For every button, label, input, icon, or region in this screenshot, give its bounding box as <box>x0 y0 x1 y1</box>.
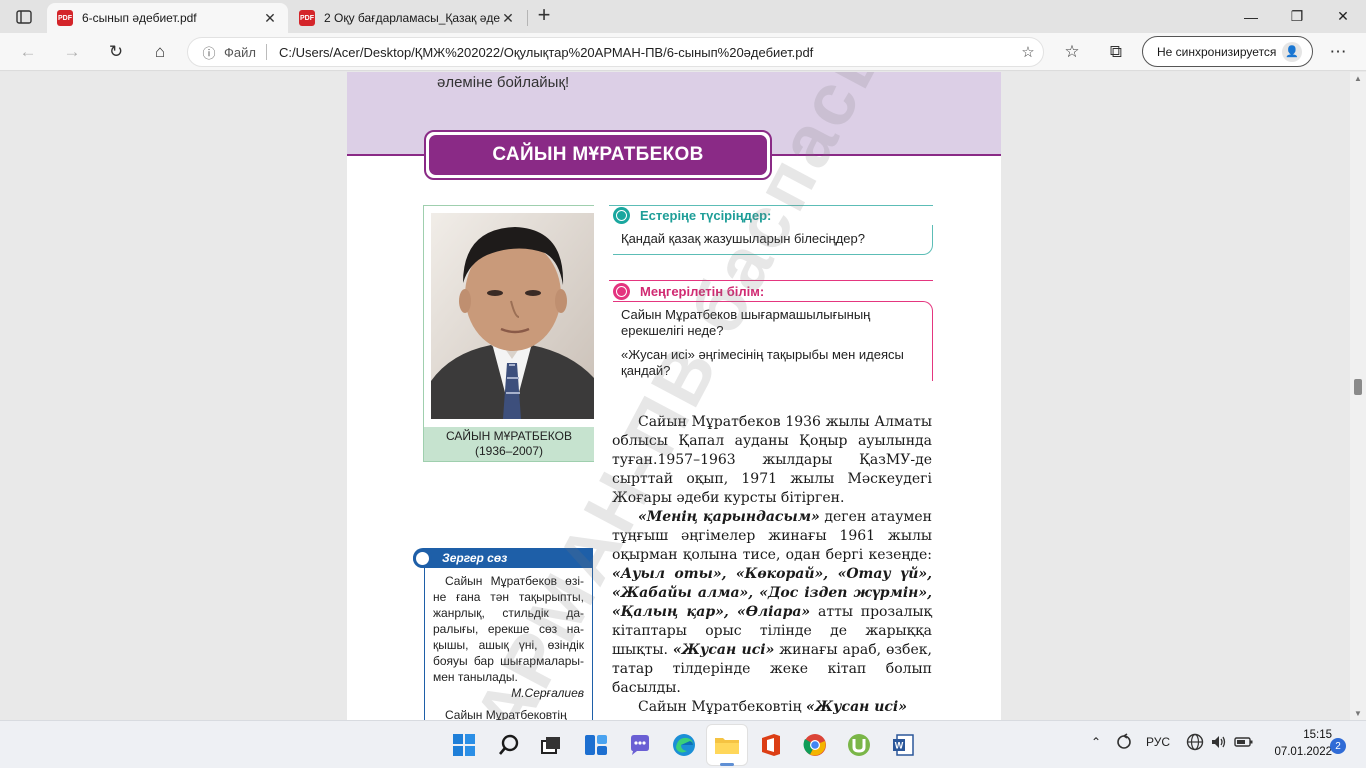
tab-separator <box>527 10 528 26</box>
info-icon[interactable]: ⓘ <box>194 43 224 62</box>
address-bar[interactable]: ⓘ Файл C:/Users/Acer/Desktop/ҚМЖ%202022/… <box>187 37 1044 67</box>
widgets-icon[interactable] <box>582 731 610 759</box>
side-quote-author: М.Серғалиев <box>511 686 584 700</box>
pdf-icon: PDF <box>57 10 73 26</box>
recall-question: Қандай қазақ жазушыларын білесіңдер? <box>621 231 865 246</box>
tab-6-synyp-adebiet[interactable]: PDF 6-сынып әдебиет.pdf ✕ <box>47 3 288 33</box>
favorites-icon[interactable]: ☆ <box>1058 38 1086 66</box>
volume-icon[interactable] <box>1210 733 1228 754</box>
learn-box: Сайын Мұратбеков шығармашылығының ерекше… <box>613 301 933 381</box>
pdf-page: әлеміне бойлайық! САЙЫН МҰРАТБЕКОВ САЙЫН… <box>347 72 1001 720</box>
tab-title: 2 Оқу бағдарламасы_Қазақ әде <box>324 11 500 25</box>
battery-icon[interactable] <box>1234 733 1254 754</box>
minimize-button[interactable]: — <box>1228 0 1274 33</box>
pdf-icon: PDF <box>299 10 315 26</box>
add-favorite-icon[interactable]: ☆ <box>1013 43 1043 61</box>
main-text: Сайын Мұратбеков 1936 жылы Алматы облысы… <box>612 413 932 717</box>
ring-icon <box>413 548 432 568</box>
recall-heading-text: Естеріңе түсіріңдер: <box>640 207 772 223</box>
close-icon[interactable]: ✕ <box>262 10 278 27</box>
scroll-up-icon[interactable]: ▲ <box>1353 74 1363 83</box>
search-icon[interactable] <box>495 731 523 759</box>
recall-box: Қандай қазақ жазушыларын білесіңдер? <box>613 225 933 255</box>
close-window-button[interactable]: ✕ <box>1320 0 1366 33</box>
paragraph-2: «Менің қарындасым» деген атаумен тұңғыш … <box>612 508 932 698</box>
start-icon[interactable] <box>450 731 478 759</box>
more-menu-icon[interactable]: ⋯ <box>1324 38 1352 66</box>
office-icon[interactable] <box>757 731 785 759</box>
address-toolbar: ← → ↻ ⌂ ⓘ Файл C:/Users/Acer/Desktop/ҚМЖ… <box>0 33 1366 71</box>
caption-years: (1936–2007) <box>474 444 544 458</box>
close-icon[interactable]: ✕ <box>500 10 516 27</box>
banner-text: әлеміне бойлайық! <box>437 74 570 91</box>
chapter-title-text: САЙЫН МҰРАТБЕКОВ <box>429 135 767 175</box>
taskbar: W ⌃ РУС 15:15 07.01.2022 2 <box>0 720 1366 768</box>
active-app-indicator <box>720 763 734 766</box>
collections-icon[interactable]: ⧉ <box>1102 38 1130 66</box>
book-title: «Жусан исі» <box>806 699 907 715</box>
learn-question-1: Сайын Мұратбеков шығармашылығының ерекше… <box>621 307 871 338</box>
svg-text:W: W <box>895 741 904 751</box>
file-scheme-label: Файл <box>224 44 256 60</box>
home-button[interactable]: ⌂ <box>146 38 174 66</box>
paragraph-1: Сайын Мұратбеков 1936 жылы Алматы облысы… <box>612 414 932 506</box>
book-title: «Жусан исі» <box>672 642 775 658</box>
scroll-down-icon[interactable]: ▼ <box>1353 709 1363 718</box>
bullet-icon <box>613 206 630 224</box>
clock-time: 15:15 <box>1303 729 1332 741</box>
new-tab-button[interactable]: + <box>533 4 555 28</box>
globe-icon[interactable] <box>1186 733 1204 754</box>
tab-actions-icon[interactable] <box>8 6 40 28</box>
learn-heading-text: Меңгерілетін білім: <box>640 283 765 299</box>
back-button[interactable]: ← <box>14 38 42 66</box>
learn-heading: Меңгерілетін білім: <box>613 281 933 301</box>
url-text[interactable]: C:/Users/Acer/Desktop/ҚМЖ%202022/Оқулықт… <box>279 45 1013 60</box>
scroll-thumb[interactable] <box>1354 379 1362 395</box>
divider <box>265 44 267 60</box>
side-quote-heading-text: Зергер сөз <box>442 551 508 565</box>
text-span: Сайын Мұратбековтің <box>638 699 807 715</box>
task-view-icon[interactable] <box>537 731 565 759</box>
profile-avatar-icon: 👤 <box>1282 41 1302 62</box>
author-portrait-photo <box>431 213 594 419</box>
side-quote-heading: Зергер сөз <box>413 548 593 568</box>
bullet-icon <box>613 282 630 300</box>
refresh-button[interactable]: ↻ <box>102 38 130 66</box>
file-explorer-icon[interactable] <box>713 731 741 759</box>
chrome-icon[interactable] <box>801 731 829 759</box>
restore-button[interactable]: ❐ <box>1274 0 1320 33</box>
pdf-viewer[interactable]: әлеміне бойлайық! САЙЫН МҰРАТБЕКОВ САЙЫН… <box>0 72 1366 720</box>
utorrent-icon[interactable] <box>845 731 873 759</box>
forward-button[interactable]: → <box>58 38 86 66</box>
book-title: «Менің қарындасым» <box>638 509 820 525</box>
side-quote-box: Сайын Мұратбеков өзі-не ғана тән тақырып… <box>424 568 593 720</box>
side-quote-continuation: Сайын Мұратбековтің <box>445 708 567 720</box>
recall-heading: Естеріңе түсіріңдер: <box>613 205 933 225</box>
word-icon[interactable]: W <box>889 731 917 759</box>
chat-icon[interactable] <box>626 731 654 759</box>
side-quote-text: Сайын Мұратбеков өзі-не ғана тән тақырып… <box>433 574 584 684</box>
notification-badge[interactable]: 2 <box>1330 738 1346 754</box>
system-clock[interactable]: 15:15 07.01.2022 <box>1262 727 1332 761</box>
sync-label: Не синхронизируется <box>1157 44 1277 59</box>
network-sync-icon[interactable] <box>1115 733 1133 754</box>
vertical-scrollbar[interactable]: ▲ ▼ <box>1350 72 1366 720</box>
portrait-caption: САЙЫН МҰРАТБЕКОВ (1936–2007) <box>424 427 594 461</box>
portrait-card: САЙЫН МҰРАТБЕКОВ (1936–2007) <box>423 205 594 462</box>
input-language[interactable]: РУС <box>1146 735 1170 749</box>
learn-question-2: «Жусан исі» әңгімесінің тақырыбы мен иде… <box>621 347 904 378</box>
chapter-title: САЙЫН МҰРАТБЕКОВ <box>424 130 772 180</box>
show-hidden-icons[interactable]: ⌃ <box>1091 735 1101 749</box>
paragraph-3: Сайын Мұратбековтің «Жусан исі» <box>612 698 932 717</box>
tab-strip: PDF 6-сынып әдебиет.pdf ✕ PDF 2 Оқу бағд… <box>0 0 1366 33</box>
clock-date: 07.01.2022 <box>1274 746 1332 758</box>
caption-name: САЙЫН МҰРАТБЕКОВ <box>446 429 572 443</box>
edge-browser-icon[interactable] <box>670 731 698 759</box>
tab-title: 6-сынып әдебиет.pdf <box>82 11 197 25</box>
profile-sync-button[interactable]: Не синхронизируется 👤 <box>1142 36 1313 67</box>
tab-oku-bagdarlamasy[interactable]: PDF 2 Оқу бағдарламасы_Қазақ әде ✕ <box>289 3 526 33</box>
